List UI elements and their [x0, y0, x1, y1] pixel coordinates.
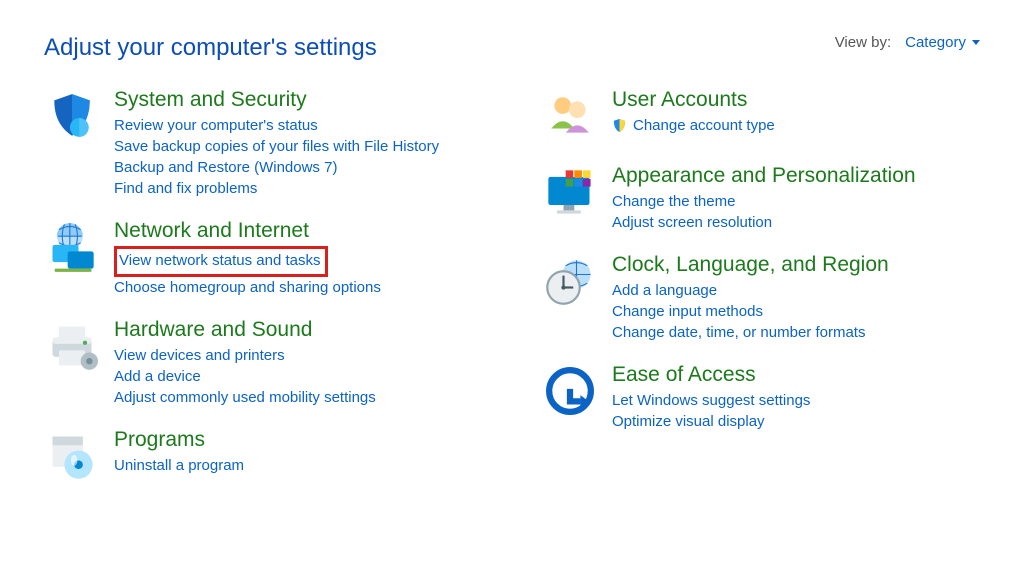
category-title-system-security[interactable]: System and Security [114, 88, 307, 112]
category-clock-language: Clock, Language, and Region Add a langua… [542, 253, 980, 343]
link-suggest-settings[interactable]: Let Windows suggest settings [612, 392, 810, 409]
category-title-clock-language[interactable]: Clock, Language, and Region [612, 253, 889, 277]
highlight-annotation: View network status and tasks [114, 246, 328, 277]
category-network-internet: Network and Internet View network status… [44, 219, 482, 298]
link-change-theme[interactable]: Change the theme [612, 193, 735, 210]
programs-icon [44, 428, 100, 484]
link-date-time-formats[interactable]: Change date, time, or number formats [612, 324, 865, 341]
category-title-appearance[interactable]: Appearance and Personalization [612, 164, 916, 188]
category-title-programs[interactable]: Programs [114, 428, 205, 452]
category-title-ease-of-access[interactable]: Ease of Access [612, 363, 756, 387]
view-by-value: Category [905, 34, 966, 51]
monitor-colors-icon [542, 164, 598, 220]
chevron-down-icon [972, 40, 980, 45]
uac-shield-icon [612, 118, 627, 133]
category-title-hardware-sound[interactable]: Hardware and Sound [114, 318, 312, 342]
link-add-device[interactable]: Add a device [114, 368, 201, 385]
page-title: Adjust your computer's settings [44, 34, 377, 62]
printer-icon [44, 318, 100, 374]
link-homegroup[interactable]: Choose homegroup and sharing options [114, 279, 381, 296]
category-hardware-sound: Hardware and Sound View devices and prin… [44, 318, 482, 408]
category-ease-of-access: Ease of Access Let Windows suggest setti… [542, 363, 980, 432]
link-backup-restore[interactable]: Backup and Restore (Windows 7) [114, 159, 337, 176]
view-by-control: View by: Category [835, 34, 980, 51]
link-screen-resolution[interactable]: Adjust screen resolution [612, 214, 772, 231]
link-devices-printers[interactable]: View devices and printers [114, 347, 285, 364]
ease-of-access-icon [542, 363, 598, 419]
link-input-methods[interactable]: Change input methods [612, 303, 763, 320]
category-title-user-accounts[interactable]: User Accounts [612, 88, 747, 112]
clock-globe-icon [542, 253, 598, 309]
link-file-history[interactable]: Save backup copies of your files with Fi… [114, 138, 439, 155]
category-programs: Programs Uninstall a program [44, 428, 482, 484]
globe-network-icon [44, 219, 100, 275]
link-fix-problems[interactable]: Find and fix problems [114, 180, 257, 197]
category-user-accounts: User Accounts Change account type [542, 88, 980, 144]
shield-icon [44, 88, 100, 144]
category-appearance: Appearance and Personalization Change th… [542, 164, 980, 233]
category-system-security: System and Security Review your computer… [44, 88, 482, 199]
users-icon [542, 88, 598, 144]
link-change-account-type[interactable]: Change account type [633, 117, 775, 134]
category-title-network-internet[interactable]: Network and Internet [114, 219, 309, 243]
view-by-label: View by: [835, 34, 891, 51]
link-uninstall-program[interactable]: Uninstall a program [114, 457, 244, 474]
link-add-language[interactable]: Add a language [612, 282, 717, 299]
view-by-dropdown[interactable]: Category [905, 34, 980, 51]
link-review-status[interactable]: Review your computer's status [114, 117, 318, 134]
link-network-status[interactable]: View network status and tasks [119, 251, 321, 271]
link-optimize-visual[interactable]: Optimize visual display [612, 413, 765, 430]
link-mobility-settings[interactable]: Adjust commonly used mobility settings [114, 389, 376, 406]
